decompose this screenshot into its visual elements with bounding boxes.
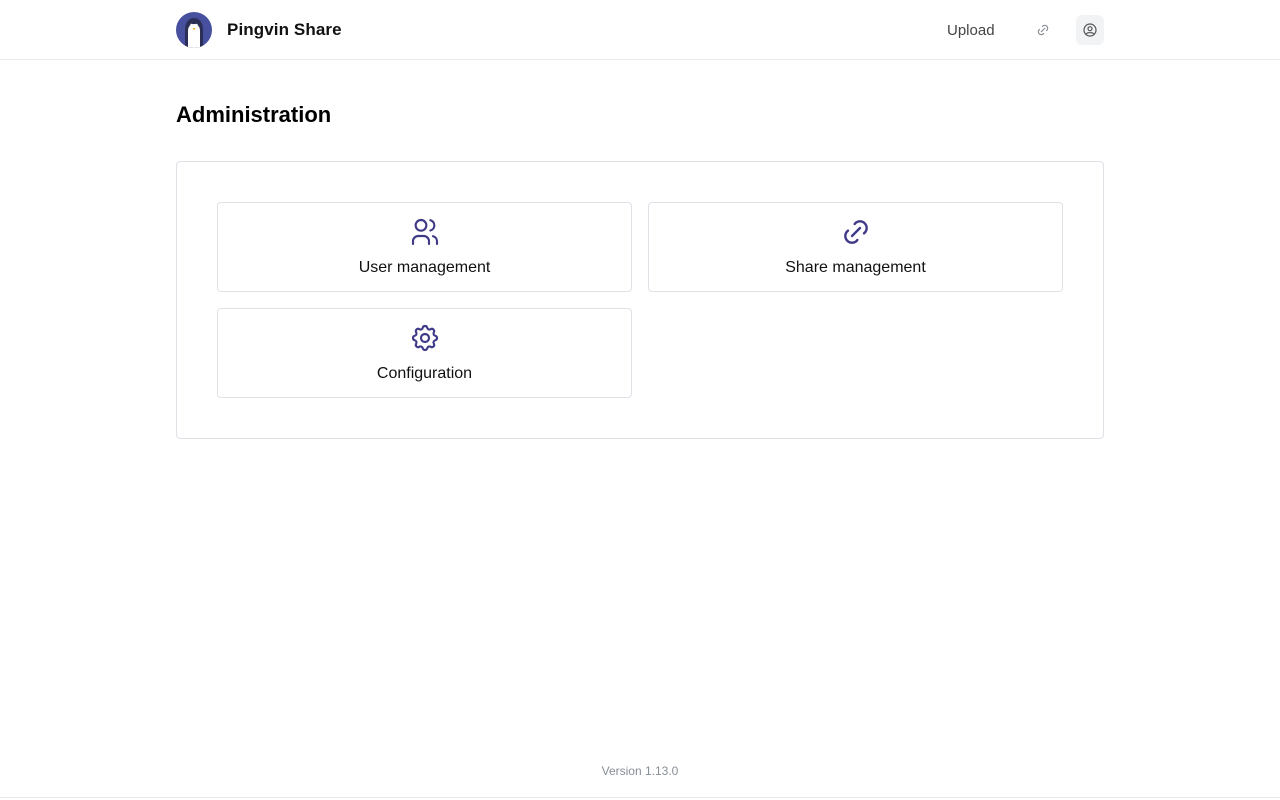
- gear-icon: [411, 324, 438, 352]
- footer-divider: [0, 797, 1280, 798]
- page-title: Administration: [176, 102, 332, 127]
- app-name: Pingvin Share: [227, 20, 342, 39]
- version-text: Version 1.13.0: [601, 764, 679, 778]
- pingvin-logo-icon: [176, 12, 212, 48]
- configuration-label: Configuration: [376, 365, 473, 382]
- user-circle-icon: [1083, 23, 1097, 37]
- header-container: Pingvin Share Upload: [176, 0, 1104, 60]
- share-management-label: Share management: [785, 259, 926, 276]
- user-management-label: User management: [358, 259, 491, 276]
- upload-label: Upload: [947, 21, 995, 39]
- upload-nav-link[interactable]: Upload: [931, 15, 1011, 45]
- configuration-card[interactable]: Configuration: [217, 308, 632, 398]
- link-icon: [1037, 24, 1049, 36]
- users-icon: [411, 218, 438, 246]
- brand-home-link[interactable]: Pingvin Share: [176, 12, 342, 48]
- my-shares-button[interactable]: [1028, 15, 1058, 45]
- link-icon: [843, 220, 868, 244]
- admin-panel: User management Share management Configu…: [176, 161, 1104, 439]
- share-management-card[interactable]: Share management: [648, 202, 1063, 292]
- user-management-card[interactable]: User management: [217, 202, 632, 292]
- user-menu-button[interactable]: [1076, 15, 1104, 45]
- app-header: Pingvin Share Upload: [0, 0, 1280, 60]
